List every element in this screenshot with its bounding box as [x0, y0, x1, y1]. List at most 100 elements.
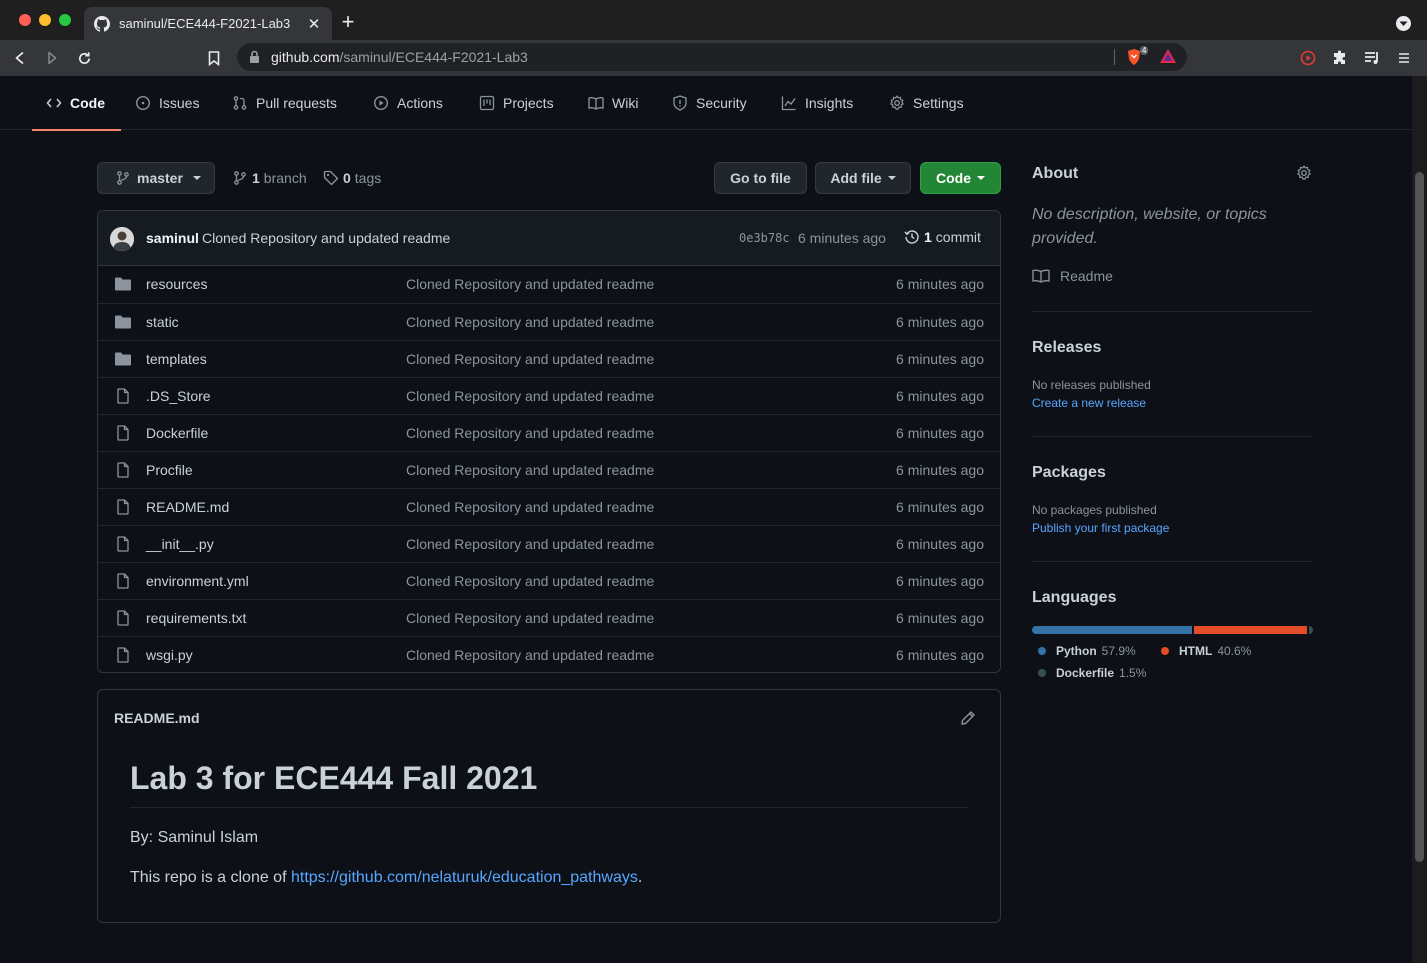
- file-commit-message[interactable]: Cloned Repository and updated readme: [406, 536, 654, 552]
- page-scrollbar-thumb[interactable]: [1415, 172, 1424, 862]
- go-to-file-button[interactable]: Go to file: [714, 162, 807, 194]
- language-item[interactable]: HTML 40.6%: [1161, 644, 1251, 658]
- publish-package-link[interactable]: Publish your first package: [1032, 521, 1169, 535]
- address-bar-url[interactable]: github.com/saminul/ECE444-F2021-Lab3: [271, 49, 528, 65]
- file-commit-message[interactable]: Cloned Repository and updated readme: [406, 462, 654, 478]
- code-download-button[interactable]: Code: [920, 162, 1001, 194]
- tab-projects[interactable]: Projects: [479, 76, 554, 130]
- language-item[interactable]: Python 57.9%: [1038, 644, 1136, 658]
- file-row[interactable]: templates Cloned Repository and updated r…: [98, 340, 1000, 377]
- tab-code-label: Code: [70, 95, 105, 111]
- window-minimize-button[interactable]: [39, 14, 51, 26]
- file-commit-message[interactable]: Cloned Repository and updated readme: [406, 388, 654, 404]
- browser-tab-active[interactable]: saminul/ECE444-F2021-Lab3 ✕: [84, 7, 332, 40]
- file-row[interactable]: requirements.txt Cloned Repository and up…: [98, 599, 1000, 636]
- browser-menu-button[interactable]: [1394, 48, 1414, 68]
- tab-pull-requests[interactable]: Pull requests: [232, 76, 337, 130]
- file-row[interactable]: static Cloned Repository and updated read…: [98, 303, 1000, 340]
- file-name-link[interactable]: Dockerfile: [146, 425, 208, 441]
- readme-filename[interactable]: README.md: [114, 710, 200, 726]
- window-close-button[interactable]: [19, 14, 31, 26]
- file-name-link[interactable]: wsgi.py: [146, 647, 193, 663]
- file-name-link[interactable]: templates: [146, 351, 207, 367]
- close-tab-icon[interactable]: ✕: [306, 15, 322, 33]
- readme-link[interactable]: Readme: [1032, 268, 1113, 284]
- brave-rewards-icon[interactable]: [1159, 48, 1177, 67]
- branch-select-button[interactable]: master: [97, 162, 215, 194]
- file-name-link[interactable]: README.md: [146, 499, 229, 515]
- tab-issues[interactable]: Issues: [135, 76, 199, 130]
- file-name-link[interactable]: requirements.txt: [146, 610, 246, 626]
- tab-actions[interactable]: Actions: [373, 76, 443, 130]
- tags-link[interactable]: 0 tags: [323, 168, 381, 188]
- address-bar[interactable]: github.com/saminul/ECE444-F2021-Lab3 4: [237, 43, 1187, 71]
- packages-empty-text: No packages published: [1032, 503, 1157, 517]
- youtube-extension-button[interactable]: [1298, 48, 1318, 68]
- bookmark-button[interactable]: [204, 48, 224, 68]
- new-tab-button[interactable]: +: [338, 10, 358, 34]
- file-name-link[interactable]: .DS_Store: [146, 388, 211, 404]
- language-name: HTML: [1179, 644, 1213, 658]
- pencil-icon[interactable]: [960, 710, 976, 729]
- file-row[interactable]: environment.yml Cloned Repository and upd…: [98, 562, 1000, 599]
- book-icon: [1032, 269, 1050, 283]
- tab-code[interactable]: Code: [32, 76, 121, 131]
- file-name-link[interactable]: static: [146, 314, 179, 330]
- tab-search-button[interactable]: [1396, 16, 1411, 31]
- releases-empty-text: No releases published: [1032, 378, 1151, 392]
- back-button[interactable]: [10, 48, 30, 68]
- tab-security[interactable]: Security: [672, 76, 747, 130]
- file-commit-message[interactable]: Cloned Repository and updated readme: [406, 647, 654, 663]
- branches-link[interactable]: 1 branch: [232, 168, 307, 188]
- graph-icon: [781, 96, 796, 111]
- language-item[interactable]: Dockerfile 1.5%: [1038, 666, 1146, 680]
- forward-button[interactable]: [42, 48, 62, 68]
- extensions-button[interactable]: [1330, 48, 1350, 68]
- puzzle-icon: [1334, 50, 1345, 64]
- file-row[interactable]: Procfile Cloned Repository and updated re…: [98, 451, 1000, 488]
- address-bar-divider: [1114, 49, 1115, 65]
- file-name-link[interactable]: environment.yml: [146, 573, 249, 589]
- add-file-button[interactable]: Add file: [815, 162, 911, 194]
- tab-wiki[interactable]: Wiki: [588, 76, 638, 130]
- lock-icon[interactable]: [249, 50, 260, 67]
- tab-settings[interactable]: Settings: [889, 76, 964, 130]
- window-zoom-button[interactable]: [59, 14, 71, 26]
- file-commit-message[interactable]: Cloned Repository and updated readme: [406, 276, 654, 292]
- readme-clone-link[interactable]: https://github.com/nelaturuk/education_p…: [291, 869, 638, 886]
- caret-down-icon: [887, 176, 896, 180]
- file-commit-message[interactable]: Cloned Repository and updated readme: [406, 499, 654, 515]
- file-row[interactable]: wsgi.py Cloned Repository and updated rea…: [98, 636, 1000, 672]
- file-commit-message[interactable]: Cloned Repository and updated readme: [406, 610, 654, 626]
- tag-label: tags: [354, 170, 382, 186]
- commit-sha[interactable]: 0e3b78c: [739, 231, 790, 245]
- gear-icon[interactable]: [1296, 165, 1312, 184]
- releases-heading[interactable]: Releases: [1032, 339, 1101, 357]
- commit-history-link[interactable]: 1 commit: [904, 229, 981, 245]
- file-name-link[interactable]: Procfile: [146, 462, 193, 478]
- file-commit-message[interactable]: Cloned Repository and updated readme: [406, 314, 654, 330]
- file-row[interactable]: README.md Cloned Repository and updated r…: [98, 488, 1000, 525]
- project-icon: [479, 95, 495, 111]
- file-row[interactable]: .DS_Store Cloned Repository and updated r…: [98, 377, 1000, 414]
- file-commit-message[interactable]: Cloned Repository and updated readme: [406, 573, 654, 589]
- reload-button[interactable]: [74, 48, 94, 68]
- create-release-link[interactable]: Create a new release: [1032, 396, 1146, 410]
- file-name-link[interactable]: __init__.py: [146, 536, 214, 552]
- language-bar-segment: [1308, 626, 1313, 634]
- hamburger-icon: [1399, 53, 1409, 63]
- commit-author[interactable]: saminul: [146, 230, 199, 246]
- file-name-link[interactable]: resources: [146, 276, 207, 292]
- page-scrollbar[interactable]: [1412, 76, 1427, 963]
- commit-message[interactable]: Cloned Repository and updated readme: [202, 230, 450, 246]
- file-row[interactable]: __init__.py Cloned Repository and updated…: [98, 525, 1000, 562]
- tab-insights[interactable]: Insights: [781, 76, 853, 130]
- reading-list-button[interactable]: [1362, 48, 1382, 68]
- file-commit-message[interactable]: Cloned Repository and updated readme: [406, 351, 654, 367]
- file-row[interactable]: resources Cloned Repository and updated r…: [98, 266, 1000, 303]
- file-row[interactable]: Dockerfile Cloned Repository and updated …: [98, 414, 1000, 451]
- file-commit-message[interactable]: Cloned Repository and updated readme: [406, 425, 654, 441]
- packages-heading[interactable]: Packages: [1032, 464, 1106, 482]
- avatar[interactable]: [110, 227, 134, 251]
- file-icon: [114, 573, 132, 589]
